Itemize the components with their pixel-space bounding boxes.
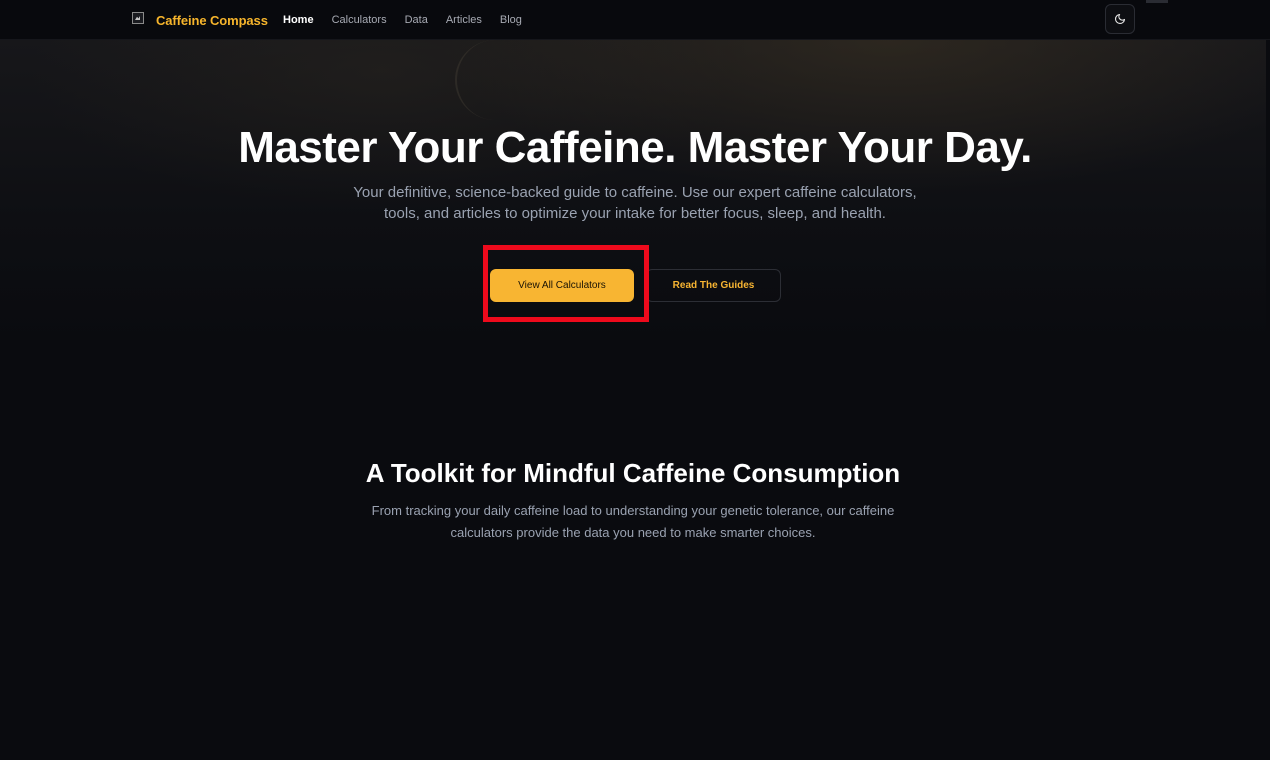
page-scroll-edge	[1266, 40, 1270, 760]
top-navbar: Caffeine Compass Home Calculators Data A…	[0, 0, 1270, 40]
view-all-calculators-button[interactable]: View All Calculators	[490, 269, 634, 302]
toolkit-section-title: A Toolkit for Mindful Caffeine Consumpti…	[365, 458, 901, 488]
hero-background-graphic	[455, 40, 575, 120]
hero-subtitle: Your definitive, science-backed guide to…	[353, 184, 917, 222]
top-edge-element	[1146, 0, 1168, 3]
nav-link-calculators[interactable]: Calculators	[332, 14, 387, 26]
toolkit-section-subtitle: From tracking your daily caffeine load t…	[371, 503, 895, 540]
theme-toggle-button[interactable]	[1105, 4, 1135, 34]
nav-links: Home Calculators Data Articles Blog	[283, 0, 540, 40]
read-the-guides-button[interactable]: Read The Guides	[646, 269, 781, 302]
nav-link-articles[interactable]: Articles	[446, 14, 482, 26]
nav-link-home[interactable]: Home	[283, 14, 314, 26]
hero-section: Master Your Caffeine. Master Your Day. Y…	[0, 40, 1270, 340]
brand-logo-link[interactable]: Caffeine Compass	[132, 10, 268, 30]
nav-link-data[interactable]: Data	[405, 14, 428, 26]
moon-icon	[1114, 13, 1126, 25]
hero-title: Master Your Caffeine. Master Your Day.	[238, 123, 1032, 172]
brand-name: Caffeine Compass	[156, 12, 268, 28]
nav-link-blog[interactable]: Blog	[500, 14, 522, 26]
page: Caffeine Compass Home Calculators Data A…	[0, 0, 1270, 760]
broken-image-icon	[132, 12, 148, 28]
